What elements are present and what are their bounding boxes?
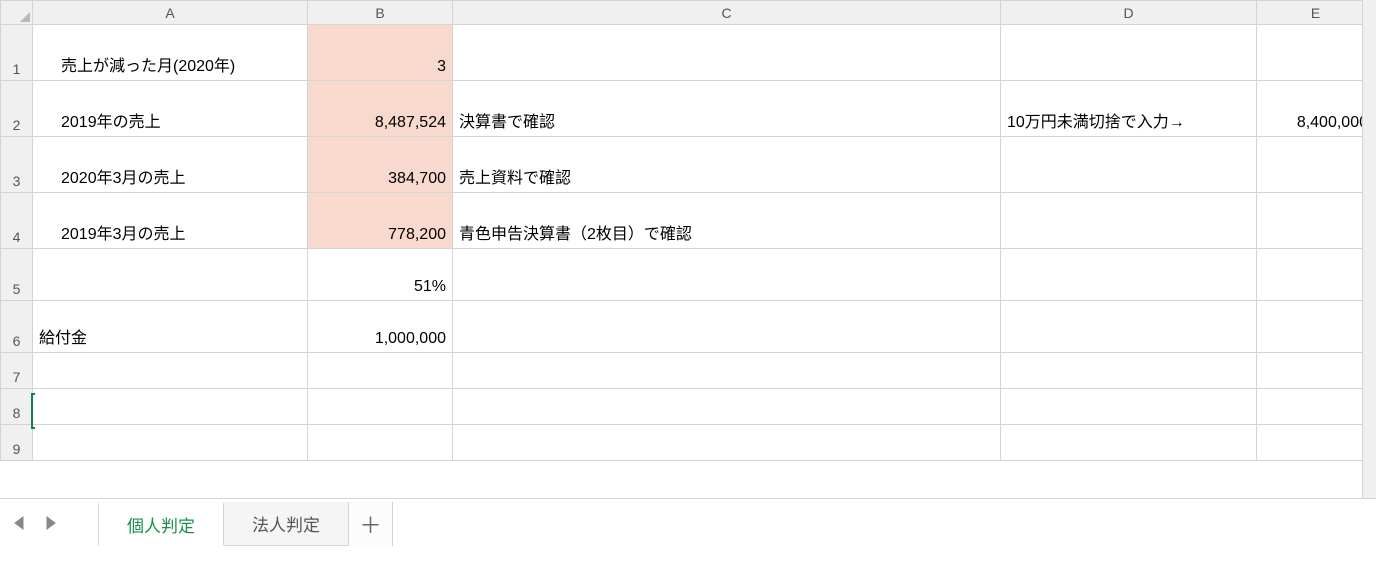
- row-7: 7: [1, 353, 1375, 389]
- row-header-4[interactable]: 4: [1, 193, 33, 249]
- cell-E7[interactable]: [1257, 353, 1375, 389]
- cell-A9[interactable]: [33, 425, 308, 461]
- cell-E3[interactable]: [1257, 137, 1375, 193]
- cell-B9[interactable]: [308, 425, 453, 461]
- cell-C7[interactable]: [453, 353, 1001, 389]
- grid-area: A B C D E 1 売上が減った月(2020年) 3 2 2019年の売上 …: [0, 0, 1376, 498]
- tab-nav-prev[interactable]: [8, 511, 32, 535]
- row-1: 1 売上が減った月(2020年) 3: [1, 25, 1375, 81]
- cell-B2[interactable]: 8,487,524: [308, 81, 453, 137]
- row-2: 2 2019年の売上 8,487,524 決算書で確認 10万円未満切捨で入力→…: [1, 81, 1375, 137]
- cell-D3[interactable]: [1001, 137, 1257, 193]
- cell-E1[interactable]: [1257, 25, 1375, 81]
- cell-D7[interactable]: [1001, 353, 1257, 389]
- cell-C9[interactable]: [453, 425, 1001, 461]
- cell-B4[interactable]: 778,200: [308, 193, 453, 249]
- row-6: 6 給付金 1,000,000: [1, 301, 1375, 353]
- spreadsheet-grid: A B C D E 1 売上が減った月(2020年) 3 2 2019年の売上 …: [0, 0, 1375, 461]
- sheet-tabs: 個人判定 法人判定 ＋: [98, 499, 393, 546]
- row-9: 9: [1, 425, 1375, 461]
- cell-E8[interactable]: [1257, 389, 1375, 425]
- cell-D9[interactable]: [1001, 425, 1257, 461]
- cell-C5[interactable]: [453, 249, 1001, 301]
- row-header-5[interactable]: 5: [1, 249, 33, 301]
- cell-E4[interactable]: [1257, 193, 1375, 249]
- cell-D1[interactable]: [1001, 25, 1257, 81]
- cell-A8[interactable]: [33, 389, 308, 425]
- cell-B3[interactable]: 384,700: [308, 137, 453, 193]
- cell-C6[interactable]: [453, 301, 1001, 353]
- cell-C1[interactable]: [453, 25, 1001, 81]
- col-header-E[interactable]: E: [1257, 1, 1375, 25]
- cell-B7[interactable]: [308, 353, 453, 389]
- sheet-tab-other[interactable]: 法人判定: [224, 502, 349, 546]
- spreadsheet: A B C D E 1 売上が減った月(2020年) 3 2 2019年の売上 …: [0, 0, 1376, 566]
- row-3: 3 2020年3月の売上 384,700 売上資料で確認: [1, 137, 1375, 193]
- cell-E5[interactable]: [1257, 249, 1375, 301]
- row-header-7[interactable]: 7: [1, 353, 33, 389]
- cell-D6[interactable]: [1001, 301, 1257, 353]
- row-header-2[interactable]: 2: [1, 81, 33, 137]
- cell-A7[interactable]: [33, 353, 308, 389]
- cell-A5[interactable]: [33, 249, 308, 301]
- col-header-A[interactable]: A: [33, 1, 308, 25]
- cell-C2[interactable]: 決算書で確認: [453, 81, 1001, 137]
- column-header-row: A B C D E: [1, 1, 1375, 25]
- cell-B6[interactable]: 1,000,000: [308, 301, 453, 353]
- triangle-left-icon: [14, 516, 26, 530]
- row-header-8[interactable]: 8: [1, 389, 33, 425]
- sheet-tab-bar: 個人判定 法人判定 ＋: [0, 498, 1376, 546]
- cell-D5[interactable]: [1001, 249, 1257, 301]
- row-5: 5 51%: [1, 249, 1375, 301]
- cell-A6[interactable]: 給付金: [33, 301, 308, 353]
- select-all-corner[interactable]: [1, 1, 33, 25]
- cell-E9[interactable]: [1257, 425, 1375, 461]
- cell-B1[interactable]: 3: [308, 25, 453, 81]
- cell-D4[interactable]: [1001, 193, 1257, 249]
- cell-C8[interactable]: [453, 389, 1001, 425]
- cell-E2[interactable]: 8,400,000: [1257, 81, 1375, 137]
- col-header-B[interactable]: B: [308, 1, 453, 25]
- row-header-1[interactable]: 1: [1, 25, 33, 81]
- triangle-right-icon: [44, 516, 56, 530]
- cell-D2[interactable]: 10万円未満切捨で入力→: [1001, 81, 1257, 137]
- sheet-tab-active[interactable]: 個人判定: [98, 502, 224, 546]
- cell-A4[interactable]: 2019年3月の売上: [33, 193, 308, 249]
- cell-C3[interactable]: 売上資料で確認: [453, 137, 1001, 193]
- plus-icon: ＋: [359, 508, 381, 540]
- cell-E6[interactable]: [1257, 301, 1375, 353]
- add-sheet-button[interactable]: ＋: [349, 502, 393, 546]
- row-header-6[interactable]: 6: [1, 301, 33, 353]
- row-8: 8: [1, 389, 1375, 425]
- cell-A1[interactable]: 売上が減った月(2020年): [33, 25, 308, 81]
- vertical-scrollbar[interactable]: [1362, 0, 1376, 498]
- cell-D8[interactable]: [1001, 389, 1257, 425]
- col-header-D[interactable]: D: [1001, 1, 1257, 25]
- cell-A3[interactable]: 2020年3月の売上: [33, 137, 308, 193]
- cell-A2[interactable]: 2019年の売上: [33, 81, 308, 137]
- tab-nav-next[interactable]: [38, 511, 62, 535]
- row-header-3[interactable]: 3: [1, 137, 33, 193]
- cell-B5[interactable]: 51%: [308, 249, 453, 301]
- col-header-C[interactable]: C: [453, 1, 1001, 25]
- cell-C4[interactable]: 青色申告決算書（2枚目）で確認: [453, 193, 1001, 249]
- row-header-9[interactable]: 9: [1, 425, 33, 461]
- cell-B8[interactable]: [308, 389, 453, 425]
- row-4: 4 2019年3月の売上 778,200 青色申告決算書（2枚目）で確認: [1, 193, 1375, 249]
